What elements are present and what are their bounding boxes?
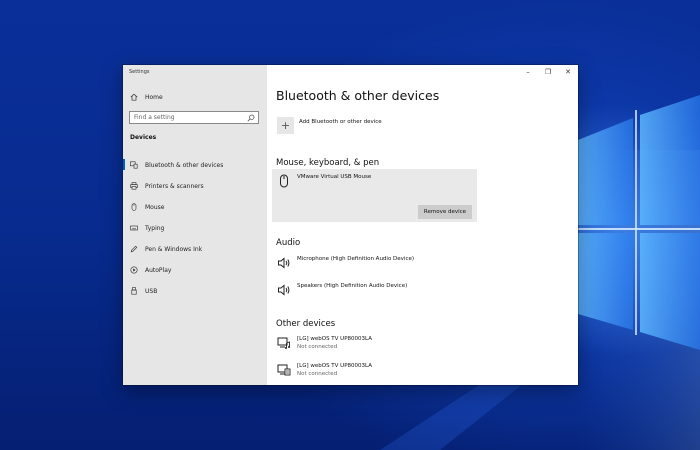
- device-status: Not connected: [297, 344, 338, 350]
- sidebar-item-pen[interactable]: Pen & Windows Ink: [129, 243, 202, 255]
- sidebar-item-label: Bluetooth & other devices: [145, 161, 224, 169]
- pen-icon: [129, 244, 139, 254]
- sidebar-item-label: AutoPlay: [145, 266, 172, 274]
- sidebar-item-typing[interactable]: Typing: [129, 222, 164, 234]
- sidebar-item-usb[interactable]: USB: [129, 285, 157, 297]
- device-name: VMware Virtual USB Mouse: [297, 174, 372, 180]
- media-device-icon: [277, 335, 291, 349]
- device-name: Microphone (High Definition Audio Device…: [297, 256, 415, 262]
- search-icon: [247, 114, 255, 122]
- sidebar-home-label: Home: [145, 93, 163, 101]
- bluetooth-devices-icon: [129, 160, 139, 170]
- settings-window: Settings Home Find a setting Devices Blu…: [123, 65, 578, 385]
- audio-heading: Audio: [276, 238, 301, 248]
- sidebar-item-label: Pen & Windows Ink: [145, 245, 203, 253]
- device-name: [LG] webOS TV UP80003LA: [297, 336, 372, 342]
- device-microphone[interactable]: Microphone (High Definition Audio Device…: [277, 255, 414, 269]
- app-title: Settings: [129, 69, 150, 75]
- search-placeholder: Find a setting: [134, 114, 175, 121]
- close-button[interactable]: ✕: [558, 65, 578, 79]
- device-lg-tv-2[interactable]: [LG] webOS TV UP80003LA Not connected: [277, 362, 372, 378]
- restore-button[interactable]: ❐: [538, 65, 558, 79]
- sidebar-section-title: Devices: [130, 134, 157, 141]
- search-input[interactable]: Find a setting: [129, 111, 259, 124]
- remove-device-button[interactable]: Remove device: [418, 205, 472, 219]
- mouse-icon: [129, 202, 139, 212]
- active-item-indicator: [123, 159, 125, 170]
- device-vmware-mouse[interactable]: VMware Virtual USB Mouse: [277, 173, 372, 188]
- device-status: Not connected: [297, 371, 338, 377]
- sidebar-item-bluetooth[interactable]: Bluetooth & other devices: [129, 159, 223, 171]
- autoplay-icon: [129, 265, 139, 275]
- tv-device-icon: [277, 362, 291, 376]
- sidebar-home[interactable]: Home: [129, 91, 163, 103]
- add-device-button[interactable]: + Add Bluetooth or other device: [277, 117, 382, 134]
- mouse-icon: [277, 173, 291, 188]
- input-devices-heading: Mouse, keyboard, & pen: [276, 158, 380, 168]
- printer-icon: [129, 181, 139, 191]
- keyboard-icon: [129, 223, 139, 233]
- window-controls: – ❐ ✕: [518, 65, 578, 79]
- minimize-button[interactable]: –: [518, 65, 538, 79]
- sidebar: Settings Home Find a setting Devices Blu…: [123, 65, 267, 385]
- page-title: Bluetooth & other devices: [276, 88, 440, 103]
- device-speakers[interactable]: Speakers (High Definition Audio Device): [277, 282, 407, 296]
- speaker-icon: [277, 255, 291, 269]
- sidebar-item-label: Typing: [145, 224, 165, 232]
- main-pane: Bluetooth & other devices + Add Bluetoot…: [267, 65, 578, 385]
- device-name: [LG] webOS TV UP80003LA: [297, 363, 372, 369]
- speaker-icon: [277, 282, 291, 296]
- sidebar-item-label: Printers & scanners: [145, 182, 204, 190]
- sidebar-item-label: USB: [145, 287, 158, 295]
- plus-icon: +: [277, 117, 294, 134]
- sidebar-item-printers[interactable]: Printers & scanners: [129, 180, 204, 192]
- device-lg-tv-1[interactable]: [LG] webOS TV UP80003LA Not connected: [277, 335, 372, 351]
- usb-icon: [129, 286, 139, 296]
- add-device-label: Add Bluetooth or other device: [299, 119, 382, 125]
- device-name: Speakers (High Definition Audio Device): [297, 283, 408, 289]
- sidebar-item-label: Mouse: [145, 203, 165, 211]
- sidebar-item-autoplay[interactable]: AutoPlay: [129, 264, 171, 276]
- other-devices-heading: Other devices: [276, 319, 336, 329]
- home-icon: [129, 92, 139, 102]
- sidebar-item-mouse[interactable]: Mouse: [129, 201, 164, 213]
